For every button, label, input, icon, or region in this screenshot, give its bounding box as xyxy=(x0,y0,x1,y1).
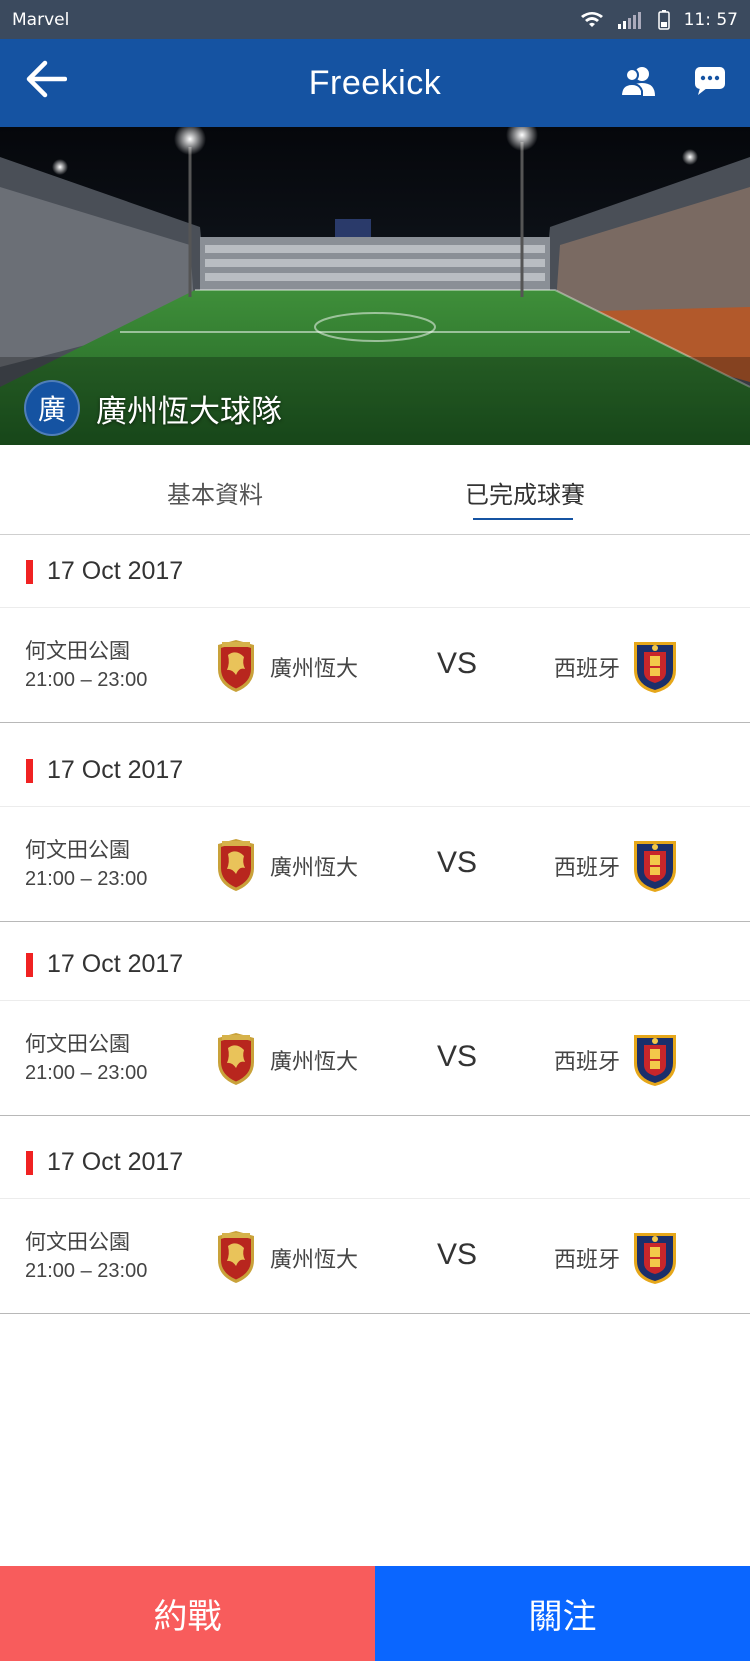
arrow-left-icon xyxy=(25,59,68,103)
away-team-crest-icon xyxy=(631,1229,679,1285)
date-marker xyxy=(26,560,33,584)
team-avatar: 廣 xyxy=(24,380,80,436)
tab-bar: 基本資料 已完成球賽 xyxy=(0,445,750,535)
match-time: 21:00 – 23:00 xyxy=(25,868,148,890)
away-team-crest-icon xyxy=(631,1031,679,1087)
challenge-button[interactable]: 約戰 xyxy=(0,1566,375,1661)
wifi-icon xyxy=(580,11,604,29)
vs-label: VS xyxy=(437,1040,478,1073)
tab-basic-info[interactable]: 基本資料 xyxy=(167,475,263,510)
home-team-crest-icon xyxy=(214,838,258,892)
match-date-row: 17 Oct 2017 xyxy=(0,928,750,1001)
match-time: 21:00 – 23:00 xyxy=(25,1062,148,1084)
status-bar: Marvel 11: 57 xyxy=(0,0,750,39)
date-marker xyxy=(26,759,33,783)
people-icon xyxy=(619,65,656,101)
active-tab-indicator xyxy=(473,518,573,520)
vs-label: VS xyxy=(437,1238,478,1271)
team-name: 廣州恆大球隊 xyxy=(96,393,282,430)
home-team-name: 廣州恆大 xyxy=(270,657,359,682)
home-team-crest-icon xyxy=(214,1032,258,1086)
date-marker xyxy=(26,1151,33,1175)
match-section: 17 Oct 2017 何文田公園 21:00 – 23:00 廣州恆大 VS 西班牙 xyxy=(0,734,750,922)
tab-completed-matches[interactable]: 已完成球賽 xyxy=(465,475,585,510)
carrier-label: Marvel xyxy=(12,9,70,30)
match-date-row: 17 Oct 2017 xyxy=(0,1126,750,1199)
match-row[interactable]: 何文田公園 21:00 – 23:00 廣州恆大 VS 西班牙 xyxy=(0,1199,750,1314)
home-team-name: 廣州恆大 xyxy=(270,1248,359,1273)
follow-button[interactable]: 關注 xyxy=(375,1566,750,1661)
away-team-name: 西班牙 xyxy=(554,1050,621,1075)
match-date: 17 Oct 2017 xyxy=(47,756,184,784)
match-section: 17 Oct 2017 何文田公園 21:00 – 23:00 廣州恆大 VS 西班牙 xyxy=(0,535,750,723)
team-header: 廣 廣州恆大球隊 xyxy=(24,380,282,436)
away-team-crest-icon xyxy=(631,638,679,694)
away-team-crest-icon xyxy=(631,837,679,893)
home-team-name: 廣州恆大 xyxy=(270,1050,359,1075)
match-venue: 何文田公園 xyxy=(25,838,130,862)
back-button[interactable] xyxy=(24,59,68,103)
match-row[interactable]: 何文田公園 21:00 – 23:00 廣州恆大 VS 西班牙 xyxy=(0,1001,750,1116)
match-date: 17 Oct 2017 xyxy=(47,557,184,585)
clock-label: 11: 57 xyxy=(683,9,738,30)
home-team-name: 廣州恆大 xyxy=(270,856,359,881)
match-date: 17 Oct 2017 xyxy=(47,1148,184,1176)
vs-label: VS xyxy=(437,647,478,680)
away-team-name: 西班牙 xyxy=(554,657,621,682)
match-date-row: 17 Oct 2017 xyxy=(0,535,750,608)
match-row[interactable]: 何文田公園 21:00 – 23:00 廣州恆大 VS 西班牙 xyxy=(0,807,750,922)
match-venue: 何文田公園 xyxy=(25,1230,130,1254)
home-team-crest-icon xyxy=(214,1230,258,1284)
bottom-action-bar: 約戰 關注 xyxy=(0,1566,750,1661)
vs-label: VS xyxy=(437,846,478,879)
match-venue: 何文田公園 xyxy=(25,1032,130,1056)
match-date: 17 Oct 2017 xyxy=(47,950,184,978)
match-venue: 何文田公園 xyxy=(25,639,130,663)
signal-icon xyxy=(617,11,644,29)
match-date-row: 17 Oct 2017 xyxy=(0,734,750,807)
chat-button[interactable] xyxy=(690,63,730,103)
away-team-name: 西班牙 xyxy=(554,1248,621,1273)
chat-bubble-icon xyxy=(694,66,726,100)
app-bar: Freekick xyxy=(0,39,750,127)
members-button[interactable] xyxy=(618,63,658,103)
match-time: 21:00 – 23:00 xyxy=(25,669,148,691)
match-section: 17 Oct 2017 何文田公園 21:00 – 23:00 廣州恆大 VS 西班牙 xyxy=(0,928,750,1116)
match-row[interactable]: 何文田公園 21:00 – 23:00 廣州恆大 VS 西班牙 xyxy=(0,608,750,723)
match-time: 21:00 – 23:00 xyxy=(25,1260,148,1282)
home-team-crest-icon xyxy=(214,639,258,693)
battery-icon xyxy=(657,9,670,30)
date-marker xyxy=(26,953,33,977)
match-section: 17 Oct 2017 何文田公園 21:00 – 23:00 廣州恆大 VS 西班牙 xyxy=(0,1126,750,1314)
away-team-name: 西班牙 xyxy=(554,856,621,881)
